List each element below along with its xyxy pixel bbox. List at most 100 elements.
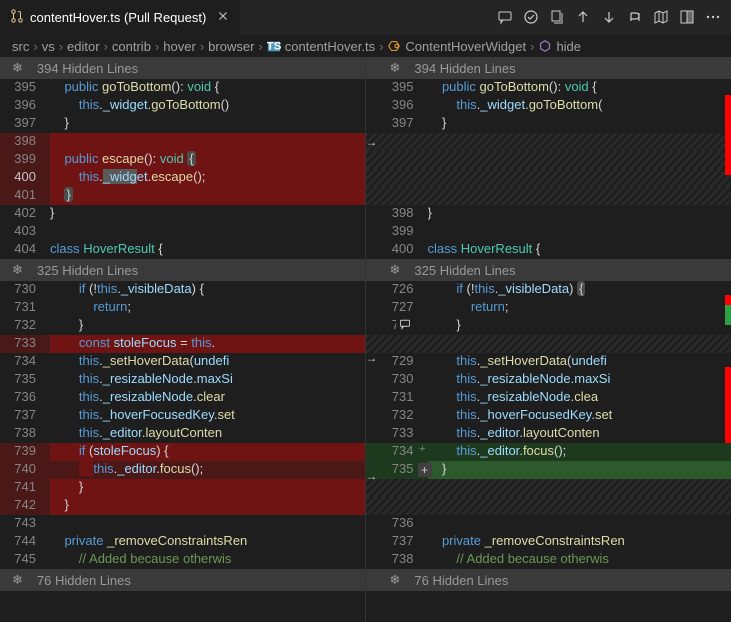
breadcrumb-item[interactable]: editor [67, 39, 100, 54]
code-line: this._hoverFocusedKey.set [50, 407, 365, 425]
code-line: if (!this._visibleData) { [428, 281, 731, 299]
code-line: public goToBottom(): void { [428, 79, 731, 97]
line-number: 729 [366, 353, 428, 371]
line-number: 403 [0, 223, 50, 241]
line-number: 402 [0, 205, 50, 223]
whitespace-icon[interactable] [623, 5, 647, 29]
fold-region[interactable]: ❄394 Hidden Lines [0, 57, 365, 79]
arrow-up-icon[interactable] [571, 5, 595, 29]
fold-region[interactable]: ❄325 Hidden Lines [0, 259, 365, 281]
diff-left-pane[interactable]: ❄394 Hidden Lines 395 public goToBottom(… [0, 57, 366, 622]
comment-thread-icon[interactable] [396, 317, 414, 331]
breadcrumb-item[interactable]: contrib [112, 39, 151, 54]
map-icon[interactable] [649, 5, 673, 29]
line-number: 727 [366, 299, 428, 317]
line-number: 745 [0, 551, 50, 569]
code-line: } [428, 115, 731, 133]
code-line [428, 223, 731, 241]
breadcrumb-item[interactable]: ContentHoverWidget [405, 39, 526, 54]
breadcrumb-item[interactable]: hover [163, 39, 196, 54]
split-icon[interactable] [675, 5, 699, 29]
symbol-class-icon [387, 39, 401, 53]
breadcrumbs[interactable]: src› vs› editor› contrib› hover› browser… [0, 35, 731, 57]
breadcrumb-item[interactable]: src [12, 39, 29, 54]
snowflake-icon: ❄ [12, 572, 23, 588]
line-number: 404 [0, 241, 50, 259]
diff-editor: ❄394 Hidden Lines 395 public goToBottom(… [0, 57, 731, 622]
ts-file-icon: TS [267, 39, 281, 53]
line-number: 726 [366, 281, 428, 299]
code-line: private _removeConstraintsRen [428, 533, 731, 551]
git-pr-icon [10, 9, 24, 26]
line-number: 739 [0, 443, 50, 461]
code-line: this._hoverFocusedKey.set [428, 407, 731, 425]
code-line: } [428, 317, 731, 335]
code-line: } [50, 115, 365, 133]
code-line: this._setHoverData(undefi [50, 353, 365, 371]
close-icon[interactable] [216, 9, 230, 26]
line-number: 743 [0, 515, 50, 533]
tab-contenthover[interactable]: contentHover.ts (Pull Request) [0, 0, 241, 35]
code-line: this._editor.focus(); [50, 461, 365, 479]
more-icon[interactable] [701, 5, 725, 29]
arrow-down-icon[interactable] [597, 5, 621, 29]
line-number: 736 [0, 389, 50, 407]
breadcrumb-item[interactable]: contentHover.ts [285, 39, 375, 54]
line-number: 740 [0, 461, 50, 479]
comment-icon[interactable] [493, 5, 517, 29]
snowflake-icon: ❄ [390, 572, 401, 588]
line-number: 742 [0, 497, 50, 515]
code-line: this._editor.layoutConten [50, 425, 365, 443]
code-line: } [50, 479, 365, 497]
snowflake-icon: ❄ [12, 262, 23, 278]
overview-ruler-deleted [725, 295, 731, 305]
line-number: 737 [366, 533, 428, 551]
breadcrumb-item[interactable]: browser [208, 39, 254, 54]
code-line: this._resizableNode.maxSi [50, 371, 365, 389]
code-line: public goToBottom(): void { [50, 79, 365, 97]
line-number: 399 [0, 151, 50, 169]
add-comment-icon[interactable]: + [418, 463, 432, 477]
tab-bar: contentHover.ts (Pull Request) [0, 0, 731, 35]
line-number: 398 [366, 205, 428, 223]
line-number: 401 [0, 187, 50, 205]
line-number: 397 [366, 115, 428, 133]
line-number: 399 [366, 223, 428, 241]
line-number: 395 [366, 79, 428, 97]
breadcrumb-item[interactable]: hide [556, 39, 581, 54]
check-icon[interactable] [519, 5, 543, 29]
code-line [50, 515, 365, 533]
code-line [50, 133, 365, 151]
code-line: class HoverResult { [50, 241, 365, 259]
snowflake-icon: ❄ [12, 60, 23, 76]
fold-region[interactable]: ❄394 Hidden Lines [366, 57, 731, 79]
line-number: 397 [0, 115, 50, 133]
diff-right-pane[interactable]: → → → ❄394 Hidden Lines 395 public goToB… [366, 57, 731, 622]
line-number: 734+ [366, 443, 428, 461]
code-line: // Added because otherwis [428, 551, 731, 569]
line-number: 741 [0, 479, 50, 497]
code-line: if (!this._visibleData) { [50, 281, 365, 299]
line-number: 732 [0, 317, 50, 335]
line-number: 730 [0, 281, 50, 299]
symbol-method-icon [538, 39, 552, 53]
fold-region[interactable]: ❄76 Hidden Lines [0, 569, 365, 591]
code-line: class HoverResult { [428, 241, 731, 259]
line-number: 738 [366, 551, 428, 569]
fold-region[interactable]: ❄76 Hidden Lines [366, 569, 731, 591]
editor-actions [493, 5, 731, 29]
files-icon[interactable] [545, 5, 569, 29]
breadcrumb-item[interactable]: vs [42, 39, 55, 54]
fold-region[interactable]: ❄325 Hidden Lines [366, 259, 731, 281]
code-line: } [50, 497, 365, 515]
snowflake-icon: ❄ [390, 60, 401, 76]
code-line: this._editor.layoutConten [428, 425, 731, 443]
line-number: 395 [0, 79, 50, 97]
code-line: public escape(): void { [50, 151, 365, 169]
code-line: // Added because otherwis [50, 551, 365, 569]
code-line: } [50, 187, 365, 205]
line-number: 734 [0, 353, 50, 371]
line-number: 400 [366, 241, 428, 259]
code-line: this._resizableNode.maxSi [428, 371, 731, 389]
line-number: 735 [0, 371, 50, 389]
